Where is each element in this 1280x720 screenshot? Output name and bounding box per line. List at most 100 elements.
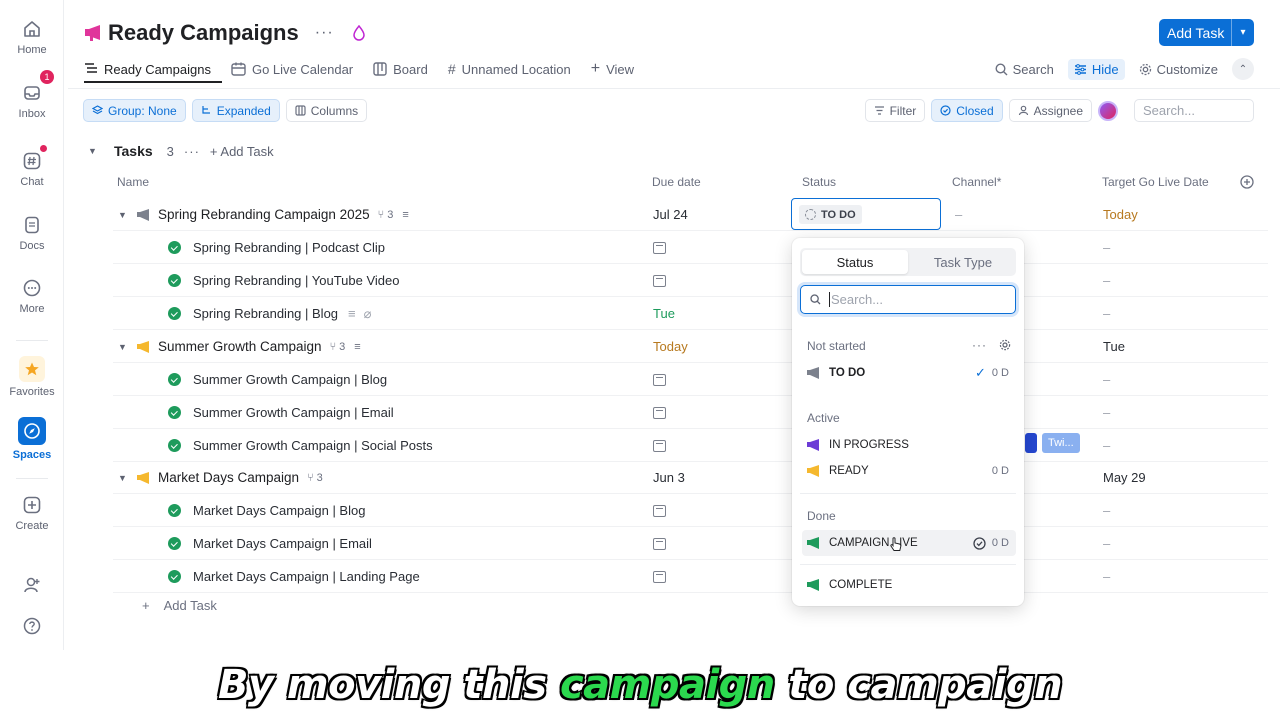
tab-ready-campaigns[interactable]: Ready Campaigns: [84, 62, 222, 83]
check-circle-icon[interactable]: [168, 241, 181, 254]
target-cell[interactable]: –: [1103, 429, 1110, 462]
status-cell-active[interactable]: TO DO: [791, 198, 941, 230]
caret-down-icon[interactable]: ▼: [88, 146, 100, 156]
target-cell[interactable]: –: [1103, 494, 1110, 527]
rail-more[interactable]: More: [0, 277, 64, 315]
table-row[interactable]: Market Days Campaign | Email –: [113, 527, 1268, 560]
target-cell[interactable]: –: [1103, 297, 1110, 330]
col-header-due[interactable]: Due date: [652, 175, 701, 189]
col-header-target[interactable]: Target Go Live Date: [1102, 175, 1209, 189]
rail-favorites[interactable]: Favorites: [0, 356, 64, 398]
table-row[interactable]: Spring Rebranding | Blog ≡ ⌀ Tue –: [113, 297, 1268, 330]
caret-down-icon[interactable]: ▼: [118, 210, 130, 220]
status-option-complete[interactable]: COMPLETE: [802, 574, 1016, 596]
table-row[interactable]: ▼ Summer Growth Campaign ⑂ 3 ≡ Today Tue: [113, 330, 1268, 363]
row-name[interactable]: Market Days Campaign: [158, 470, 299, 485]
columns-chip[interactable]: Columns: [285, 99, 368, 122]
table-row[interactable]: Summer Growth Campaign | Email –: [113, 396, 1268, 429]
row-name[interactable]: Market Days Campaign | Email: [193, 536, 372, 551]
tab-go-live-calendar[interactable]: Go Live Calendar: [231, 62, 353, 77]
target-cell[interactable]: Today: [1103, 198, 1138, 231]
drop-icon[interactable]: [352, 25, 366, 41]
target-cell[interactable]: Tue: [1103, 330, 1125, 363]
target-cell[interactable]: –: [1103, 264, 1110, 297]
status-option-in-progress[interactable]: IN PROGRESS: [802, 434, 1016, 456]
group-chip[interactable]: Group: None: [83, 99, 186, 122]
table-row[interactable]: ▼ Market Days Campaign ⑂ 3 Jun 3 May 29: [113, 461, 1268, 494]
table-row[interactable]: Market Days Campaign | Landing Page –: [113, 560, 1268, 593]
row-name[interactable]: Market Days Campaign | Blog: [193, 503, 365, 518]
check-circle-icon[interactable]: [168, 537, 181, 550]
target-cell[interactable]: –: [1103, 396, 1110, 429]
avatar[interactable]: [1098, 100, 1118, 121]
due-cell[interactable]: [653, 527, 666, 560]
dropdown-tab-task-type[interactable]: Task Type: [910, 248, 1016, 276]
subtask-count[interactable]: ⑂ 3: [307, 472, 323, 484]
table-row[interactable]: Summer Growth Campaign | Social Posts –: [113, 429, 1268, 462]
caret-down-icon[interactable]: ▼: [118, 473, 130, 483]
due-cell[interactable]: [653, 363, 666, 396]
due-cell[interactable]: [653, 231, 666, 264]
col-header-status[interactable]: Status: [802, 175, 836, 189]
col-header-channel[interactable]: Channel*: [952, 175, 1001, 189]
table-row[interactable]: Market Days Campaign | Blog –: [113, 494, 1268, 527]
rail-spaces[interactable]: Spaces: [0, 417, 64, 461]
group-more-button[interactable]: ···: [184, 144, 200, 159]
channel-tag-twitter[interactable]: Twi...: [1042, 433, 1080, 453]
status-option-todo[interactable]: TO DO ✓ 0 D: [802, 362, 1016, 384]
add-task-row[interactable]: + Add Task: [142, 598, 217, 613]
row-name[interactable]: Spring Rebranding Campaign 2025: [158, 207, 370, 222]
target-cell[interactable]: –: [1103, 560, 1110, 593]
gear-icon[interactable]: [999, 339, 1011, 351]
rail-inbox[interactable]: Inbox: [0, 82, 64, 120]
group-add-task-button[interactable]: + Add Task: [210, 144, 274, 159]
row-name[interactable]: Summer Growth Campaign | Social Posts: [193, 438, 433, 453]
row-name[interactable]: Spring Rebranding | Blog: [193, 306, 338, 321]
due-cell[interactable]: Jul 24: [653, 198, 688, 231]
due-cell[interactable]: [653, 560, 666, 593]
due-cell[interactable]: Jun 3: [653, 461, 685, 494]
chevron-down-icon[interactable]: ▾: [1231, 19, 1254, 46]
closed-chip[interactable]: Closed: [931, 99, 1003, 122]
title-more-button[interactable]: ···: [315, 24, 334, 42]
table-row[interactable]: Spring Rebranding | YouTube Video –: [113, 264, 1268, 297]
check-circle-icon[interactable]: [168, 570, 181, 583]
target-cell[interactable]: –: [1103, 363, 1110, 396]
hide-button[interactable]: Hide: [1067, 58, 1125, 80]
collapse-header-button[interactable]: ⌃: [1232, 58, 1254, 80]
status-option-campaign-live[interactable]: CAMPAIGN LIVE 0 D: [802, 530, 1016, 556]
tab-unnamed-location[interactable]: # Unnamed Location: [448, 61, 571, 77]
check-circle-icon[interactable]: [168, 504, 181, 517]
table-row[interactable]: Spring Rebranding | Podcast Clip –: [113, 231, 1268, 264]
status-pill[interactable]: TO DO: [799, 205, 862, 224]
assignee-chip[interactable]: Assignee: [1008, 99, 1092, 122]
channel-tag-peek[interactable]: [1025, 433, 1037, 453]
rail-chat[interactable]: Chat: [0, 150, 64, 188]
subtask-count[interactable]: ⑂ 3 ≡: [330, 341, 361, 353]
target-cell[interactable]: –: [1103, 231, 1110, 264]
target-cell[interactable]: –: [1103, 527, 1110, 560]
tab-board[interactable]: Board: [373, 62, 428, 77]
list-search-input[interactable]: Search...: [1134, 99, 1254, 122]
row-name[interactable]: Spring Rebranding | Podcast Clip: [193, 240, 385, 255]
customize-button[interactable]: Customize: [1139, 62, 1218, 77]
status-search-input[interactable]: Search...: [800, 285, 1016, 314]
add-column-icon[interactable]: [1240, 175, 1254, 189]
row-name[interactable]: Market Days Campaign | Landing Page: [193, 569, 420, 584]
target-cell[interactable]: May 29: [1103, 461, 1146, 494]
due-cell[interactable]: [653, 494, 666, 527]
due-cell[interactable]: [653, 264, 666, 297]
check-circle-icon[interactable]: [168, 307, 181, 320]
check-circle-icon[interactable]: [168, 439, 181, 452]
rail-docs[interactable]: Docs: [0, 214, 64, 252]
dropdown-tab-status[interactable]: Status: [802, 250, 908, 274]
caret-down-icon[interactable]: ▼: [118, 342, 130, 352]
check-circle-icon[interactable]: [168, 406, 181, 419]
subtask-count[interactable]: ⑂ 3 ≡: [378, 209, 409, 221]
rail-invite[interactable]: [0, 574, 64, 600]
add-view-button[interactable]: + View: [591, 60, 634, 78]
table-row[interactable]: ▼ Spring Rebranding Campaign 2025 ⑂ 3 ≡ …: [113, 198, 1268, 231]
due-cell[interactable]: [653, 429, 666, 462]
section-more-button[interactable]: ···: [972, 338, 987, 352]
row-name[interactable]: Spring Rebranding | YouTube Video: [193, 273, 399, 288]
